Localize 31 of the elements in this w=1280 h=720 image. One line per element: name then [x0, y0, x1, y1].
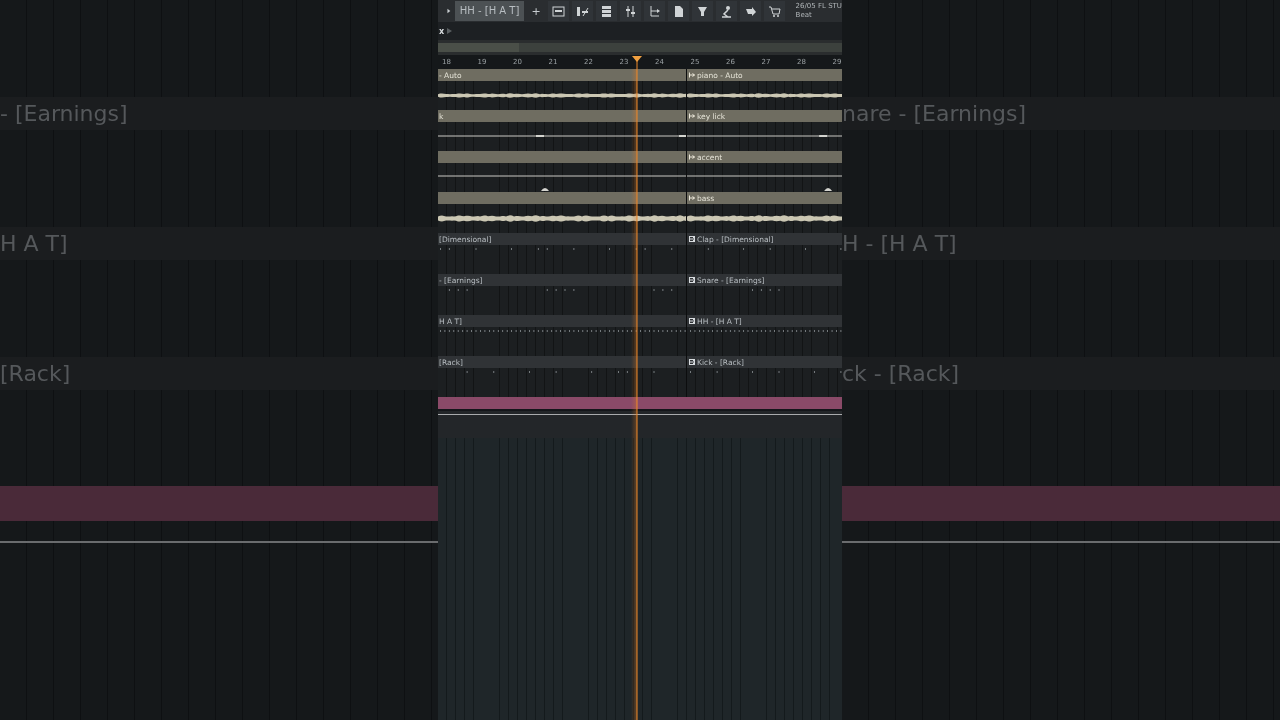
add-pattern-button[interactable]: + — [527, 4, 545, 18]
clip-header[interactable] — [438, 151, 686, 163]
blurred-track-label: H A T] — [0, 231, 68, 256]
arrow-icon — [689, 113, 695, 119]
mixer-icon[interactable] — [619, 1, 641, 21]
pattern-icon — [689, 277, 695, 283]
funnel-icon[interactable] — [691, 1, 713, 21]
bars-icon[interactable] — [571, 1, 593, 21]
window-icon[interactable] — [547, 1, 569, 21]
blurred-track-label: H - [H A T] — [842, 231, 957, 256]
pattern-icon — [689, 359, 695, 365]
tree-icon[interactable] — [643, 1, 665, 21]
cart-icon[interactable] — [763, 1, 785, 21]
file-icon[interactable] — [667, 1, 689, 21]
list-icon[interactable] — [595, 1, 617, 21]
blurred-track-label: ck - [Rack] — [842, 361, 960, 386]
play-icon[interactable] — [446, 6, 452, 16]
pattern-icon — [689, 236, 695, 242]
blurred-track-label: - [Earnings] — [0, 101, 128, 126]
arrow-icon — [689, 154, 695, 160]
pattern-icon — [689, 318, 695, 324]
arrow-icon — [689, 72, 695, 78]
playhead-drawing[interactable] — [631, 55, 643, 720]
breadcrumb-label[interactable]: x — [439, 26, 445, 36]
arrow-icon — [689, 195, 695, 201]
clip-header[interactable] — [438, 192, 686, 204]
blurred-track-label: nare - [Earnings] — [842, 101, 1027, 126]
figure-icon[interactable] — [715, 1, 737, 21]
blurred-track-label: [Rack] — [0, 361, 71, 386]
pattern-selector[interactable]: HH - [H A T] — [454, 1, 525, 21]
overview-scrollbar[interactable] — [438, 43, 842, 52]
